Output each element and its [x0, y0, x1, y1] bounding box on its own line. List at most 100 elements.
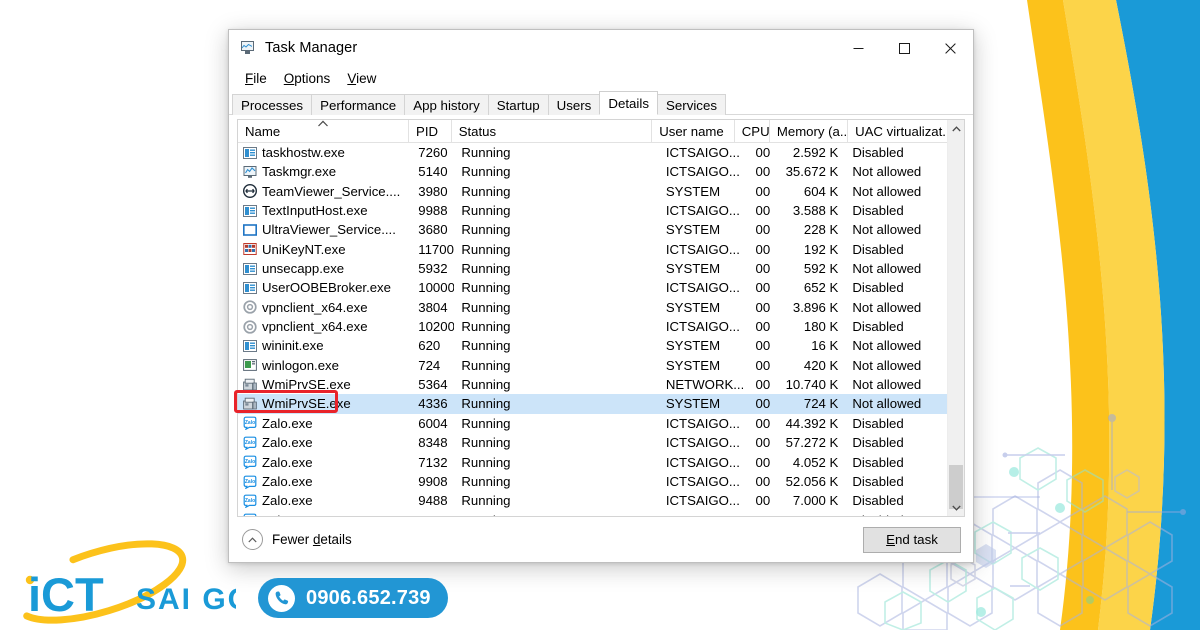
table-row[interactable]: TeamViewer_Service.... 3980 Running SYSTEM 0… [238, 182, 947, 201]
table-row[interactable]: UserOOBEBroker.exe 10000 Running ICTSAIGO..… [238, 278, 947, 297]
table-row[interactable]: WmiPrvSE.exe 4336 Running SYSTEM 00 724 K Not … [238, 394, 947, 414]
task-manager-icon [243, 166, 257, 178]
process-name: Zalo.exe [262, 454, 313, 470]
cell-uac-virtualization: Not allowed [852, 396, 922, 412]
cell-name: unsecapp.exe [238, 259, 411, 278]
menu-options-rest: ptions [294, 70, 331, 86]
table-row[interactable]: unsecapp.exe 5932 Running SYSTEM 00 592 K Not … [238, 259, 947, 278]
cell-memory: 592 K [803, 261, 839, 277]
cell-status: Running [461, 454, 511, 470]
cell-user-name: SYSTEM [665, 183, 721, 199]
table-row[interactable]: vpnclient_x64.exe 3804 Running SYSTEM 00 3.89… [238, 298, 947, 317]
cell-memory: 724 K [803, 396, 839, 412]
table-row[interactable]: Zalo Zalo.exe 11116RunningICTSAIGO...00120… [238, 511, 947, 516]
window-titlebar: Task Manager [229, 30, 973, 66]
svg-text:Zalo: Zalo [245, 440, 255, 446]
app-window-icon [243, 146, 257, 159]
table-row[interactable]: Taskmgr.exe 5140 Running ICTSAIGO... 00 35.67… [238, 162, 947, 181]
column-header-status[interactable]: Status [450, 120, 652, 143]
menu-file[interactable]: File [238, 69, 276, 89]
table-row[interactable]: Zalo Zalo.exe 7132 Running ICTSAIGO... 00 4.05… [238, 453, 947, 472]
table-row[interactable]: taskhostw.exe 7260 Running ICTSAIGO... 00 2.5… [238, 143, 947, 162]
app-window-icon [243, 282, 257, 295]
tab-processes[interactable]: Processes [232, 94, 313, 115]
cell-status: Running [461, 473, 511, 489]
phone-handset-icon [275, 591, 288, 605]
cell-user-name: SYSTEM [665, 261, 721, 277]
column-header-row: Name PID Status User name CPU Memory (a... UAC… [238, 120, 947, 143]
table-row[interactable]: UltraViewer_Service.... 3680 Running SYSTEM… [238, 220, 947, 239]
cell-name: WmiPrvSE.exe [238, 375, 411, 394]
table-row[interactable]: Zalo Zalo.exe 8348 Running ICTSAIGO... 00 57.2… [238, 433, 947, 452]
fewer-details-button[interactable]: Fewer details [242, 529, 352, 550]
scroll-up-button[interactable] [948, 120, 964, 137]
close-button[interactable] [927, 30, 973, 66]
menu-options[interactable]: Options [277, 69, 340, 89]
table-row[interactable]: vpnclient_x64.exe 10200 Running ICTSAIGO...… [238, 317, 947, 336]
column-header-pid[interactable]: PID [408, 120, 451, 143]
cell-user-name: ICTSAIGO... [659, 511, 743, 516]
cell-uac-virtualization: Disabled [852, 454, 904, 470]
column-header-uac[interactable]: UAC virtualizat... [847, 120, 947, 143]
table-row[interactable]: wininit.exe 620 Running SYSTEM 00 16 K Not all… [238, 336, 947, 355]
cell-uac-virtualization: Disabled [852, 319, 904, 335]
cell-uac-virtualization: Not allowed [852, 222, 922, 238]
end-task-button[interactable]: End task [863, 526, 961, 553]
cell-pid: 9488 [418, 493, 448, 509]
cell-name: taskhostw.exe [238, 143, 411, 162]
chevron-up-icon [951, 125, 961, 131]
maximize-button[interactable] [881, 30, 927, 66]
column-header-name[interactable]: Name [238, 120, 408, 143]
scroll-down-button[interactable] [948, 499, 964, 516]
tab-app-history[interactable]: App history [404, 94, 489, 115]
cell-user-name: ICTSAIGO... [665, 280, 740, 296]
cell-user-name: ICTSAIGO... [665, 145, 740, 160]
minimize-button[interactable] [835, 30, 881, 66]
tab-startup[interactable]: Startup [487, 94, 549, 115]
process-name: wininit.exe [262, 338, 324, 354]
table-row[interactable]: Zalo Zalo.exe 6004 Running ICTSAIGO... 00 44.3… [238, 414, 947, 433]
gear-icon [243, 300, 257, 315]
end-task-accel: E [886, 532, 895, 547]
cell-status: Running [461, 145, 511, 160]
menu-view-rest: iew [356, 70, 377, 86]
table-row[interactable]: winlogon.exe 724 Running SYSTEM 00 420 K Not a… [238, 356, 947, 375]
cell-status: Running [461, 357, 511, 373]
process-name: vpnclient_x64.exe [262, 299, 368, 315]
table-row[interactable]: Zalo Zalo.exe 9908 Running ICTSAIGO... 00 52.0… [238, 472, 947, 491]
wmi-icon [243, 397, 257, 410]
cell-status: Running [461, 164, 511, 180]
cell-pid: 8348 [418, 435, 448, 451]
column-header-cpu[interactable]: CPU [733, 120, 769, 143]
table-row[interactable]: TextInputHost.exe 9988 Running ICTSAIGO... 0… [238, 201, 947, 220]
chevron-down-icon [951, 505, 961, 511]
logo-primary-text: iCT [28, 568, 104, 621]
window-controls [835, 30, 973, 66]
tab-users[interactable]: Users [547, 94, 601, 115]
tab-details[interactable]: Details [599, 91, 658, 115]
process-name: WmiPrvSE.exe [262, 377, 351, 393]
cell-user-name: ICTSAIGO... [665, 164, 740, 180]
cell-cpu: 00 [755, 454, 771, 470]
table-row[interactable]: UniKeyNT.exe 11700 Running ICTSAIGO... 00 192… [238, 240, 947, 259]
gear-icon [243, 320, 257, 334]
cell-uac-virtualization: Not allowed [852, 377, 922, 393]
cell-pid: 11116 [411, 511, 454, 516]
window-footer: Fewer details End task [229, 517, 973, 562]
zalo-icon: Zalo [243, 494, 257, 509]
cell-pid: 9908 [418, 473, 448, 489]
table-row[interactable]: WmiPrvSE.exe 5364 Running NETWORK... 00 10.74… [238, 375, 947, 394]
tab-performance[interactable]: Performance [311, 94, 406, 115]
column-header-user[interactable]: User name [651, 120, 734, 143]
menu-view[interactable]: View [340, 69, 385, 89]
phone-badge[interactable]: 0906.652.739 [258, 578, 448, 618]
cell-cpu: 00 [755, 145, 771, 160]
column-header-memory[interactable]: Memory (a... [768, 120, 847, 143]
vertical-scrollbar[interactable] [947, 120, 964, 516]
gear-icon [243, 320, 257, 334]
cell-cpu: 00 [743, 511, 778, 516]
table-row[interactable]: Zalo Zalo.exe 9488 Running ICTSAIGO... 00 7.00… [238, 491, 947, 510]
minimize-icon [853, 47, 863, 49]
menu-bar: File Options View [229, 66, 973, 91]
tab-services[interactable]: Services [657, 94, 726, 115]
